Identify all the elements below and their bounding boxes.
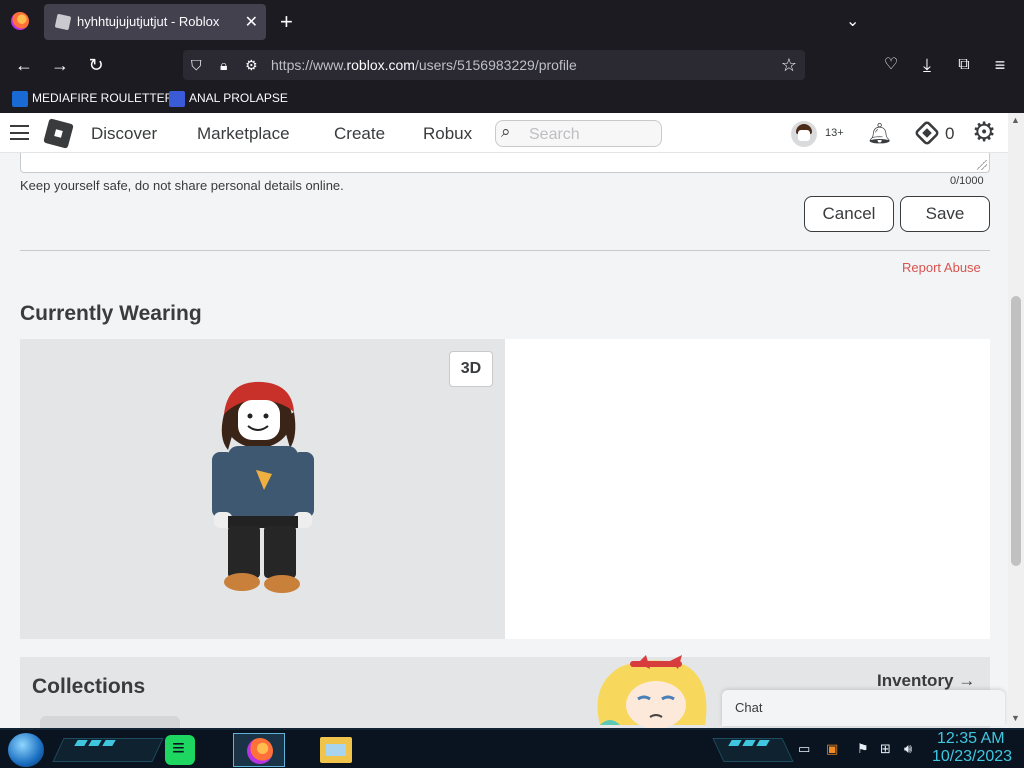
robux-balance[interactable]: 0 xyxy=(945,124,954,144)
chevron-down-icon[interactable]: ⌄ xyxy=(846,11,859,31)
bookmark-mediafire[interactable]: MEDIAFIRE ROULETTER xyxy=(12,91,173,107)
url-bar[interactable]: ⛉ 🔒︎ ⚙︎ https://www.roblox.com/users/515… xyxy=(183,50,805,80)
permissions-icon[interactable]: ⚙︎ xyxy=(245,57,258,74)
firefox-taskbar-button[interactable] xyxy=(233,733,285,767)
url-text[interactable]: https://www.roblox.com/users/5156983229/… xyxy=(271,57,577,73)
forward-arrow-icon[interactable]: → xyxy=(47,52,73,78)
new-tab-button[interactable]: + xyxy=(280,9,293,35)
reload-icon[interactable]: ↻ xyxy=(83,52,109,78)
collections-title: Collections xyxy=(32,675,146,698)
shield-icon[interactable]: ⛉ xyxy=(191,57,202,74)
roblox-logo-icon[interactable] xyxy=(43,118,74,149)
spotify-app-icon[interactable] xyxy=(165,735,195,765)
tab-close-icon[interactable]: ✕ xyxy=(245,12,258,32)
mediafire-icon xyxy=(12,91,28,107)
windows-taskbar: ▭ ▣ ⚑ ⊞ 🔊︎ 12:35 AM 10/23/2023 xyxy=(0,728,1024,768)
back-arrow-icon[interactable]: ← xyxy=(11,52,37,78)
volume-icon[interactable]: 🔊︎ xyxy=(904,741,912,757)
report-abuse-link[interactable]: Report Abuse xyxy=(902,260,981,275)
nav-discover[interactable]: Discover xyxy=(91,124,157,144)
chat-widget[interactable]: Chat xyxy=(722,690,1005,726)
wearing-items-panel xyxy=(505,339,990,639)
tray-app-icon[interactable]: ▣ xyxy=(826,741,838,757)
cancel-button[interactable]: Cancel xyxy=(804,196,894,232)
scroll-down-icon[interactable]: ▼ xyxy=(1011,713,1020,723)
pocket-icon[interactable]: ♡ xyxy=(878,52,904,78)
save-button[interactable]: Save xyxy=(900,196,990,232)
search-placeholder: Search xyxy=(529,126,580,143)
character-count: 0/1000 xyxy=(950,175,984,187)
safety-note: Keep yourself safe, do not share persona… xyxy=(20,178,344,193)
robux-icon[interactable] xyxy=(913,119,941,147)
roblox-favicon-icon xyxy=(54,13,72,31)
file-explorer-icon[interactable] xyxy=(320,737,352,763)
about-textarea[interactable] xyxy=(20,153,990,173)
chat-label: Chat xyxy=(735,700,763,715)
settings-gear-icon[interactable]: ⚙ xyxy=(972,117,996,147)
lock-icon[interactable]: 🔒︎ xyxy=(220,57,227,74)
firefox-icon xyxy=(247,738,273,764)
network-icon[interactable]: ⊞ xyxy=(880,741,891,757)
age-badge: 13+ xyxy=(825,127,844,139)
bookmark-star-icon[interactable]: ☆ xyxy=(781,55,797,76)
sigma-icon xyxy=(169,91,185,107)
nav-robux[interactable]: Robux xyxy=(423,124,472,144)
extensions-icon[interactable]: ⧉ xyxy=(951,52,977,78)
download-icon[interactable]: ⤓ xyxy=(914,52,940,78)
app-menu-icon[interactable]: ≡ xyxy=(987,52,1013,78)
hamburger-menu-icon[interactable] xyxy=(10,125,29,140)
collection-item[interactable] xyxy=(40,716,180,728)
firefox-menu-icon[interactable] xyxy=(11,12,29,30)
show-hidden-icons-icon[interactable]: ▭ xyxy=(798,741,810,757)
browser-chrome: hyhhtujujutjutjut - Roblox ✕ + ⌄ ← → ↻ ♡… xyxy=(0,0,1024,113)
start-button-icon[interactable] xyxy=(8,733,44,767)
notifications-bell-icon[interactable]: 🔔︎ xyxy=(867,121,892,146)
divider xyxy=(20,250,990,251)
tab-title: hyhhtujujutjutjut - Roblox xyxy=(77,14,220,29)
search-input[interactable]: ⌕ Search xyxy=(495,120,662,147)
clock-time[interactable]: 12:35 AM xyxy=(937,730,1005,748)
user-avatar[interactable] xyxy=(791,121,817,147)
page-scrollbar[interactable]: ▲ ▼ xyxy=(1008,113,1024,728)
bookmark-anal-prolapse[interactable]: ANAL PROLAPSE xyxy=(169,91,288,107)
scroll-thumb[interactable] xyxy=(1011,296,1021,566)
browser-tab-active[interactable]: hyhhtujujutjutjut - Roblox ✕ xyxy=(44,4,266,40)
tab-strip: hyhhtujujutjutjut - Roblox ✕ + ⌄ xyxy=(0,0,1024,44)
nav-marketplace[interactable]: Marketplace xyxy=(197,124,290,144)
scroll-up-icon[interactable]: ▲ xyxy=(1011,115,1020,125)
avatar-character xyxy=(212,381,314,593)
bookmarks-toolbar: MEDIAFIRE ROULETTER ANAL PROLAPSE xyxy=(0,86,1024,113)
roblox-header: Discover Marketplace Create Robux ⌕ Sear… xyxy=(0,113,1008,153)
action-center-flag-icon[interactable]: ⚑ xyxy=(857,741,869,757)
toggle-3d-button[interactable]: 3D xyxy=(449,351,493,387)
resize-handle-icon[interactable] xyxy=(977,160,987,170)
cartoon-sticker-icon xyxy=(597,655,707,728)
clock-date[interactable]: 10/23/2023 xyxy=(932,748,1012,766)
inventory-link[interactable]: Inventory → xyxy=(877,671,975,691)
nav-create[interactable]: Create xyxy=(334,124,385,144)
search-icon: ⌕ xyxy=(501,122,511,141)
currently-wearing-title: Currently Wearing xyxy=(20,302,202,325)
profile-content: Keep yourself safe, do not share persona… xyxy=(0,153,1008,728)
